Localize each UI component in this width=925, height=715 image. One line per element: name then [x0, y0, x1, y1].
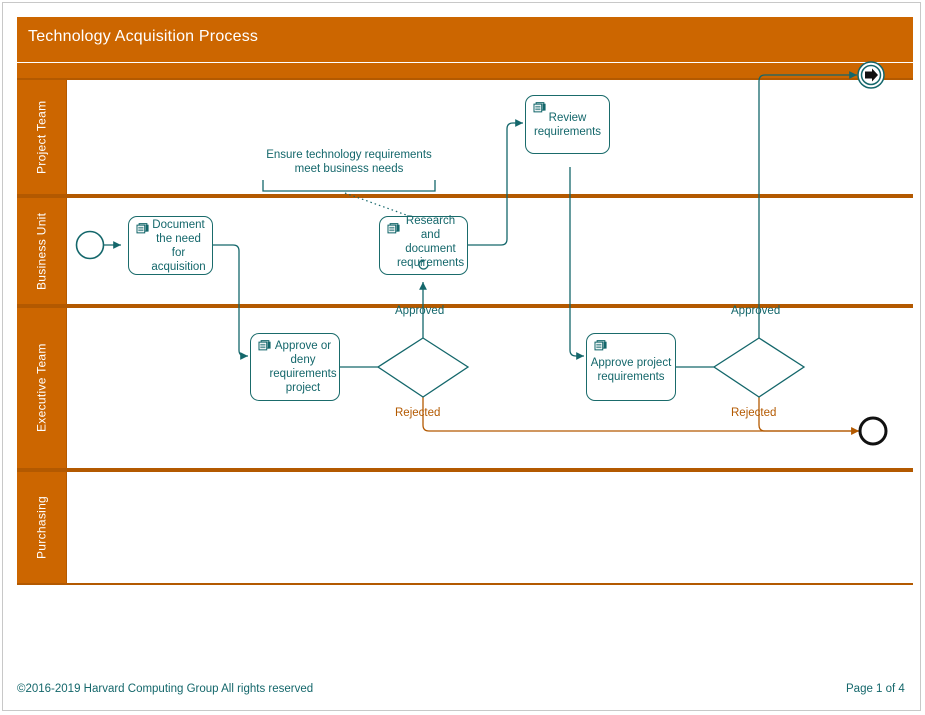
lane-project-team: Project Team: [17, 78, 913, 196]
pool: Project Team Business Unit Executive Tea…: [17, 78, 913, 585]
page-title: Technology Acquisition Process: [28, 28, 259, 45]
lane-label-project-team: Project Team: [34, 100, 49, 174]
task-label: Approve project requirements: [590, 357, 672, 383]
footer-page-number: Page 1 of 4: [846, 683, 905, 695]
task-label: Review requirements: [533, 111, 602, 138]
lane-label-business-unit: Business Unit: [34, 212, 49, 290]
lane-body-purchasing: [67, 472, 913, 583]
annotation-line-2: meet business needs: [294, 163, 404, 175]
task-review-requirements[interactable]: Review requirements: [525, 95, 610, 154]
lane-header-purchasing: Purchasing: [17, 472, 67, 583]
task-approve-deny-requirements-project[interactable]: Approve or deny requirements project: [250, 333, 340, 401]
diagram-sheet: Technology Acquisition Process Project T…: [17, 17, 913, 677]
lane-header-business-unit: Business Unit: [17, 198, 67, 304]
flow-label-gateway1-approved: Approved: [395, 305, 445, 317]
lane-label-executive-team: Executive Team: [34, 343, 49, 433]
lane-body-project-team: [67, 80, 913, 194]
lane-header-executive-team: Executive Team: [17, 308, 67, 468]
annotation-requirements: Ensure technology requirements meet busi…: [263, 148, 435, 176]
task-research-document-requirements[interactable]: Research and document requirements: [379, 215, 468, 275]
flow-label-gateway2-approved: Approved: [731, 305, 781, 317]
flow-label-gateway1-rejected: Rejected: [395, 407, 441, 419]
task-approve-project-requirements[interactable]: Approve project requirements: [586, 333, 676, 401]
manual-task-icon: [387, 223, 400, 234]
footer-copyright: ©2016-2019 Harvard Computing Group All r…: [17, 683, 314, 695]
manual-task-icon: [594, 340, 607, 351]
loop-marker-icon: [417, 259, 429, 270]
manual-task-icon: [136, 223, 149, 234]
diagram-title-bar: Technology Acquisition Process: [17, 17, 913, 62]
screenshot-root: Technology Acquisition Process Project T…: [0, 0, 925, 715]
lane-purchasing: Purchasing: [17, 470, 913, 585]
flow-label-gateway2-rejected: Rejected: [731, 407, 777, 419]
manual-task-icon: [258, 340, 271, 351]
lane-header-project-team: Project Team: [17, 80, 67, 194]
manual-task-icon: [533, 102, 546, 113]
lane-body-executive-team: [67, 308, 913, 468]
title-bar-secondary: [17, 63, 913, 78]
task-document-need[interactable]: Document the need for acquisition: [128, 216, 213, 275]
lane-executive-team: Executive Team: [17, 306, 913, 470]
lane-label-purchasing: Purchasing: [34, 495, 49, 560]
page-frame: Technology Acquisition Process Project T…: [2, 2, 921, 711]
annotation-line-1: Ensure technology requirements: [266, 149, 432, 161]
